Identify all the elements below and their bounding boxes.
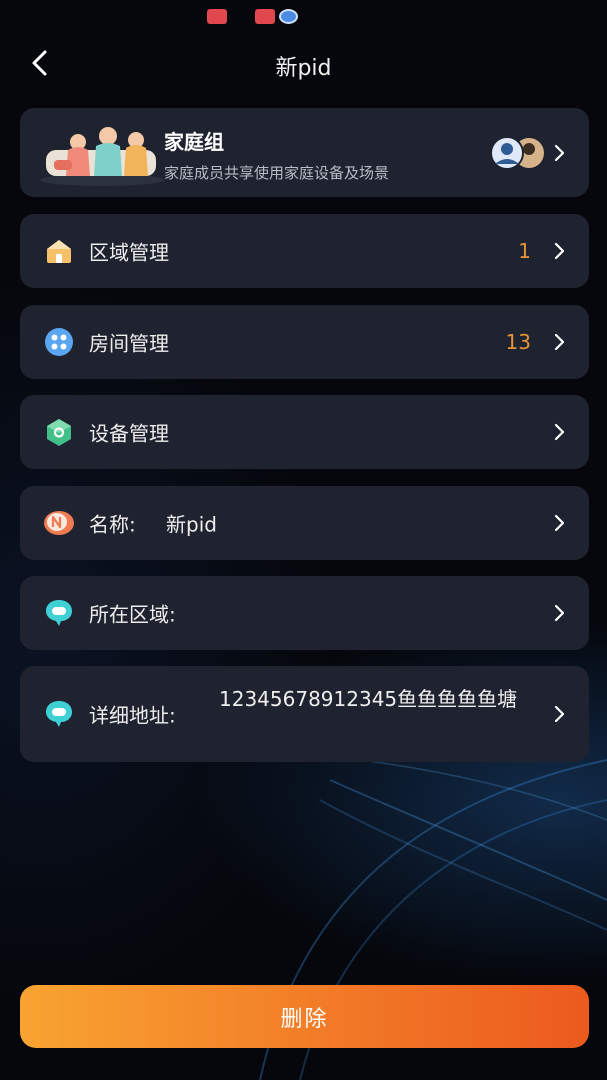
chat-bubble-icon — [46, 600, 72, 626]
room-management-row[interactable]: 房间管理 13 — [20, 305, 589, 379]
room-count: 13 — [505, 330, 531, 354]
area-management-label: 区域管理 — [89, 240, 169, 265]
area-management-row[interactable]: 区域管理 1 — [20, 214, 589, 288]
device-management-row[interactable]: 设备管理 — [20, 395, 589, 469]
notification-icon — [255, 9, 275, 24]
chat-bubble-icon — [46, 701, 72, 727]
chevron-right-icon — [554, 423, 565, 441]
address-value: 12345678912345鱼鱼鱼鱼鱼塘 — [219, 687, 518, 711]
room-management-label: 房间管理 — [89, 331, 169, 356]
family-group-subtitle: 家庭成员共享使用家庭设备及场景 — [164, 164, 390, 182]
chevron-right-icon — [554, 514, 565, 532]
member-avatars — [490, 136, 544, 170]
name-badge-icon — [44, 511, 74, 535]
family-group-title: 家庭组 — [164, 130, 224, 154]
chevron-right-icon — [554, 705, 565, 723]
name-label: 名称: — [89, 512, 136, 537]
chevron-right-icon — [554, 144, 565, 161]
area-count: 1 — [518, 239, 531, 263]
delete-button[interactable]: 删除 — [20, 985, 589, 1048]
name-row[interactable]: 名称: 新pid — [20, 486, 589, 560]
family-group-card[interactable]: 家庭组 家庭成员共享使用家庭设备及场景 — [20, 108, 589, 197]
status-bar — [0, 0, 607, 34]
chevron-right-icon — [554, 604, 565, 622]
device-management-label: 设备管理 — [89, 421, 169, 446]
hexagon-icon — [47, 419, 71, 446]
address-row[interactable]: 详细地址: 12345678912345鱼鱼鱼鱼鱼塘 — [20, 666, 589, 762]
app-notification-icon — [279, 9, 298, 24]
address-label: 详细地址: — [89, 703, 176, 728]
region-label: 所在区域: — [89, 602, 176, 627]
chevron-right-icon — [554, 242, 565, 260]
notification-icon — [207, 9, 227, 24]
screen: 新pid 家庭组 家庭成员共享使用家庭设备及场景 区域管理 1 房间管理 13 … — [0, 0, 607, 1080]
page-title: 新pid — [275, 56, 332, 81]
family-illustration — [40, 127, 164, 186]
region-row[interactable]: 所在区域: — [20, 576, 589, 650]
chevron-right-icon — [554, 333, 565, 351]
house-icon — [47, 240, 71, 263]
grid-dots-icon — [45, 328, 73, 356]
nav-bar: 新pid — [0, 34, 607, 92]
name-value: 新pid — [166, 512, 217, 537]
